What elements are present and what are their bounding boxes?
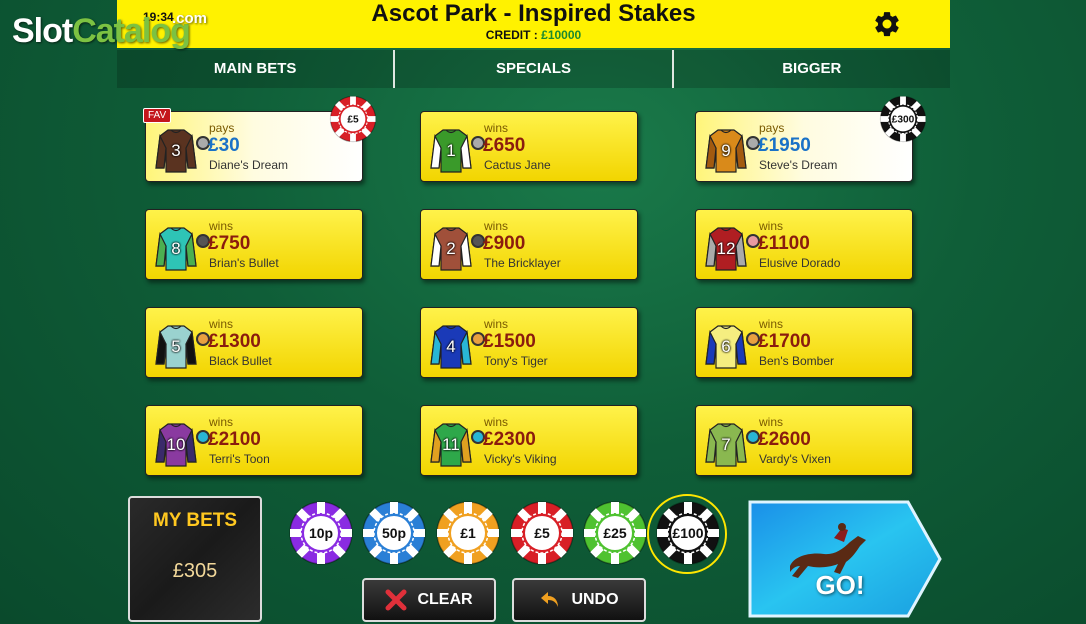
watermark-logo: SlotCatalog .com <box>12 10 207 51</box>
payout-label: wins <box>759 219 784 233</box>
watermark-suffix: .com <box>172 10 208 27</box>
tab-specials[interactable]: SPECIALS <box>395 50 674 88</box>
horse-number: 7 <box>721 435 731 454</box>
chip-100-button[interactable]: £100 <box>655 500 721 566</box>
payout-amount: £1700 <box>758 331 811 352</box>
chip-label: £25 <box>603 525 627 541</box>
horse-card[interactable]: 8 wins £750 Brian's Bullet <box>145 209 363 280</box>
horse-name: Steve's Dream <box>759 158 838 172</box>
horse-name: Ben's Bomber <box>759 354 834 368</box>
payout-label: wins <box>484 121 509 135</box>
credit-value: £10000 <box>541 28 582 42</box>
horse-card[interactable]: 4 wins £1500 Tony's Tiger <box>420 307 638 378</box>
chip-label: 10p <box>309 525 333 541</box>
horse-number: 4 <box>446 337 456 356</box>
horse-name: The Bricklayer <box>484 256 561 270</box>
chip-label: £5 <box>347 115 359 126</box>
horse-card[interactable]: 7 wins £2600 Vardy's Vixen <box>695 405 913 476</box>
payout-amount: £650 <box>483 135 526 156</box>
horse-number: 12 <box>716 239 736 258</box>
payout-label: pays <box>209 121 235 135</box>
chip-50p-button[interactable]: 50p <box>361 500 427 566</box>
payout-label: wins <box>209 415 234 429</box>
close-icon <box>385 589 407 611</box>
payout-label: wins <box>209 317 234 331</box>
payout-amount: £2300 <box>483 429 536 450</box>
horse-name: Terri's Toon <box>209 452 270 466</box>
chip-label: £300 <box>892 115 915 126</box>
horse-number: 5 <box>171 337 181 356</box>
horse-card[interactable]: 6 wins £1700 Ben's Bomber <box>695 307 913 378</box>
tab-bigger[interactable]: BIGGER <box>674 50 950 88</box>
payout-amount: £1950 <box>758 135 811 156</box>
placed-bet-chip[interactable]: £5 <box>329 95 377 143</box>
chip-label: £100 <box>672 525 703 541</box>
payout-label: wins <box>759 415 784 429</box>
horse-number: 11 <box>442 435 460 454</box>
horse-name: Brian's Bullet <box>209 256 279 270</box>
clear-button[interactable]: CLEAR <box>362 578 496 622</box>
horse-card[interactable]: 5 wins £1300 Black Bullet <box>145 307 363 378</box>
payout-label: wins <box>759 317 784 331</box>
horse-name: Vicky's Viking <box>484 452 557 466</box>
payout-amount: £1300 <box>208 331 261 352</box>
credit-display: CREDIT : £10000 <box>117 28 950 42</box>
tab-main-bets[interactable]: MAIN BETS <box>117 50 396 88</box>
clear-label: CLEAR <box>417 591 473 608</box>
horse-card[interactable]: 12 wins £1100 Elusive Dorado <box>695 209 913 280</box>
horse-number: 8 <box>171 239 181 258</box>
payout-amount: £900 <box>483 233 526 254</box>
horse-name: Black Bullet <box>209 354 272 368</box>
undo-button[interactable]: UNDO <box>512 578 646 622</box>
horse-name: Elusive Dorado <box>759 256 841 270</box>
payout-label: wins <box>209 219 234 233</box>
game-header: 19:34 Ascot Park - Inspired Stakes CREDI… <box>117 0 950 48</box>
payout-amount: £1100 <box>758 233 810 254</box>
payout-amount: £30 <box>208 135 240 156</box>
my-bets-button[interactable]: MY BETS £305 <box>128 496 262 622</box>
payout-amount: £2100 <box>208 429 261 450</box>
undo-label: UNDO <box>571 591 619 608</box>
payout-label: wins <box>484 317 509 331</box>
horse-number: 10 <box>166 435 186 454</box>
horse-number: 2 <box>446 239 456 258</box>
horse-name: Vardy's Vixen <box>759 452 831 466</box>
horse-number: 3 <box>171 141 181 160</box>
undo-arrow-icon <box>541 592 559 607</box>
horse-card[interactable]: 1 wins £650 Cactus Jane <box>420 111 638 182</box>
chip-10p-button[interactable]: 10p <box>288 500 354 566</box>
horse-number: 1 <box>446 141 456 160</box>
go-label: GO! <box>815 570 865 600</box>
bet-tabs: MAIN BETS SPECIALS BIGGER <box>117 50 950 88</box>
favourite-badge: FAV <box>143 108 172 123</box>
payout-label: pays <box>759 121 785 135</box>
horse-card[interactable]: 11 wins £2300 Vicky's Viking <box>420 405 638 476</box>
payout-label: wins <box>484 415 509 429</box>
chip-25-button[interactable]: £25 <box>582 500 648 566</box>
placed-bet-chip[interactable]: £300 <box>879 95 927 143</box>
horse-name: Cactus Jane <box>484 158 551 172</box>
payout-amount: £2600 <box>758 429 811 450</box>
payout-amount: £1500 <box>483 331 536 352</box>
credit-label: CREDIT : <box>485 28 538 42</box>
gear-icon[interactable] <box>872 9 902 39</box>
horse-number: 6 <box>721 337 731 356</box>
race-title: Ascot Park - Inspired Stakes <box>371 0 696 27</box>
horse-number: 9 <box>721 141 731 160</box>
chip-label: £1 <box>460 525 476 541</box>
chip-1-button[interactable]: £1 <box>435 500 501 566</box>
horse-card[interactable]: 2 wins £900 The Bricklayer <box>420 209 638 280</box>
horse-name: Diane's Dream <box>209 158 288 172</box>
chip-5-button[interactable]: £5 <box>509 500 575 566</box>
horse-name: Tony's Tiger <box>484 354 548 368</box>
chip-label: 50p <box>382 525 406 541</box>
chip-label: £5 <box>534 525 550 541</box>
my-bets-total: £305 <box>172 560 218 582</box>
horse-card[interactable]: 10 wins £2100 Terri's Toon <box>145 405 363 476</box>
payout-amount: £750 <box>208 233 251 254</box>
watermark-brand-white: Slot <box>12 12 73 50</box>
my-bets-title: MY BETS <box>152 510 238 531</box>
payout-label: wins <box>484 219 509 233</box>
